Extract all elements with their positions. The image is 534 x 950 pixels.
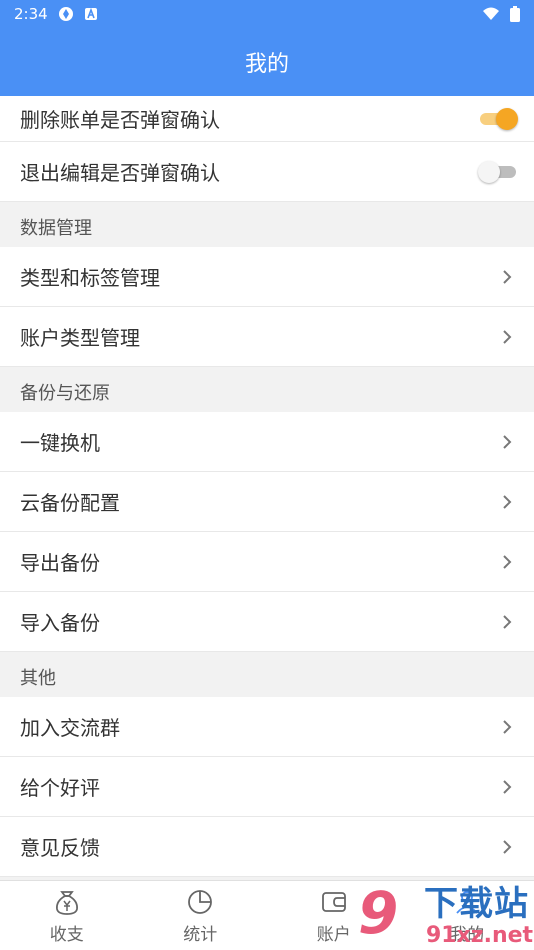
row-label: 云备份配置 [20,491,120,515]
section-header-backup: 备份与还原 [20,383,110,404]
chevron-right-icon [503,554,512,569]
exit-edit-confirm-row[interactable]: 退出编辑是否弹窗确认 [0,142,534,202]
pie-chart-icon [188,889,213,914]
wifi-icon [483,7,499,20]
chevron-right-icon [503,434,512,449]
chevron-right-icon [503,779,512,794]
import-backup-item[interactable]: 导入备份 [0,592,534,652]
app-notification-icon [58,7,73,21]
row-label: 一键换机 [20,431,100,455]
tab-income-expense[interactable]: 收支 [0,881,134,950]
chevron-right-icon [503,329,512,344]
status-time: 2:34 [14,5,48,23]
tab-label: 收支 [49,924,84,945]
battery-icon [510,6,520,22]
section-header-data-management: 数据管理 [20,218,92,239]
settings-list[interactable]: 删除账单是否弹窗确认 退出编辑是否弹窗确认 数据管理 类型和标签管理 账户类型管… [0,96,534,880]
app-badge-icon [84,7,97,20]
row-label: 账户类型管理 [20,326,140,350]
chevron-right-icon [503,494,512,509]
rate-app-item[interactable]: 给个好评 [0,757,534,817]
feedback-item[interactable]: 意见反馈 [0,817,534,877]
page-title: 我的 [244,52,289,77]
wallet-icon [321,891,346,912]
row-label: 类型和标签管理 [20,266,160,290]
watermark-number: 9 [358,879,399,947]
row-label: 退出编辑是否弹窗确认 [20,161,220,185]
status-bar: 2:34 [0,0,534,28]
account-type-management-item[interactable]: 账户类型管理 [0,307,534,367]
chevron-right-icon [503,614,512,629]
watermark-site-name: 下载站 [424,884,529,924]
chevron-right-icon [503,719,512,734]
money-bag-icon [55,890,78,915]
tab-statistics[interactable]: 统计 [134,881,268,950]
cloud-backup-config-item[interactable]: 云备份配置 [0,472,534,532]
app-bar: 我的 [0,28,534,96]
watermark-logo: 9 下载站 91xz.net [358,884,534,950]
section-header-other: 其他 [20,668,56,689]
tab-label: 账户 [316,924,351,945]
one-click-migrate-item[interactable]: 一键换机 [0,412,534,472]
row-label: 删除账单是否弹窗确认 [20,108,220,132]
join-group-item[interactable]: 加入交流群 [0,697,534,757]
row-label: 意见反馈 [20,836,100,860]
row-label: 导出备份 [20,551,100,575]
row-label: 导入备份 [20,611,100,635]
row-label: 给个好评 [20,776,100,800]
tab-label: 统计 [183,924,218,945]
chevron-right-icon [503,839,512,854]
watermark-url: 91xz.net [426,923,534,948]
export-backup-item[interactable]: 导出备份 [0,532,534,592]
delete-confirm-toggle[interactable] [478,107,518,130]
chevron-right-icon [503,269,512,284]
delete-confirm-row[interactable]: 删除账单是否弹窗确认 [0,96,534,142]
type-tag-management-item[interactable]: 类型和标签管理 [0,247,534,307]
exit-edit-confirm-toggle[interactable] [478,160,518,183]
row-label: 加入交流群 [20,716,120,740]
